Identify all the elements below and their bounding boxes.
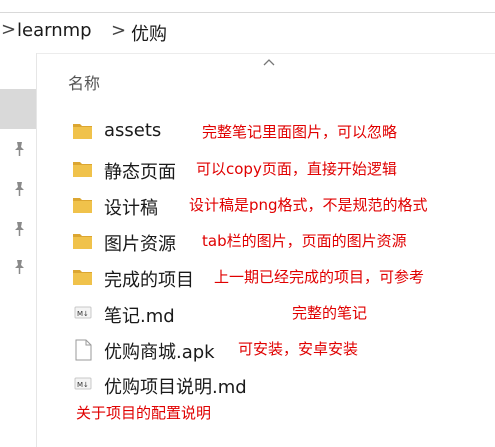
file-icon <box>75 339 92 361</box>
folder-icon <box>73 234 92 249</box>
annotation-note: 上一期已经完成的项目，可参考 <box>214 268 425 286</box>
markdown-file-icon: M↓ <box>74 306 92 319</box>
annotation-note: 设计稿是png格式，不是规范的格式 <box>189 196 428 214</box>
file-name: 优购商城.apk <box>104 342 215 363</box>
breadcrumb-item-current[interactable]: 优购 <box>131 20 167 46</box>
list-item-image-resources[interactable]: 图片资源 <box>72 227 192 257</box>
column-header-name[interactable]: 名称 <box>68 70 100 94</box>
file-name: assets <box>104 120 162 141</box>
svg-text:M↓: M↓ <box>77 310 89 318</box>
file-name: 静态页面 <box>104 162 176 183</box>
breadcrumb-separator[interactable]: > <box>1 19 16 40</box>
file-name: 优购项目说明.md <box>104 377 247 398</box>
folder-icon <box>73 124 92 139</box>
file-name: 设计稿 <box>104 198 158 219</box>
list-item-project-readme[interactable]: M↓ 优购项目说明.md <box>72 370 267 400</box>
file-name: 笔记.md <box>104 306 175 327</box>
file-name: 完成的项目 <box>104 270 194 291</box>
pin-icon[interactable] <box>12 141 26 157</box>
list-item-static-pages[interactable]: 静态页面 <box>72 155 192 185</box>
folder-icon <box>73 198 92 213</box>
svg-text:M↓: M↓ <box>77 381 89 389</box>
annotation-note: tab栏的图片，页面的图片资源 <box>202 232 407 250</box>
folder-icon <box>73 270 92 285</box>
list-item-design-drafts[interactable]: 设计稿 <box>72 191 182 221</box>
annotation-note: 可以copy页面，直接开始逻辑 <box>196 160 397 178</box>
nav-selected-item[interactable] <box>0 89 36 129</box>
list-item-notes-md[interactable]: M↓ 笔记.md <box>72 299 187 329</box>
markdown-file-icon: M↓ <box>74 377 92 390</box>
address-bar[interactable]: > learnmp > 优购 <box>0 12 495 54</box>
annotation-note: 完整笔记里面图片，可以忽略 <box>202 123 398 141</box>
file-name: 图片资源 <box>104 234 176 255</box>
annotation-note: 完整的笔记 <box>292 304 368 322</box>
annotation-note: 可安装，安卓安装 <box>238 340 359 358</box>
sort-ascending-icon[interactable] <box>262 57 276 67</box>
pin-icon[interactable] <box>12 259 26 275</box>
navigation-pane <box>0 53 37 447</box>
list-item-apk[interactable]: 优购商城.apk <box>72 335 227 365</box>
breadcrumb-item-learnmp[interactable]: learnmp <box>17 20 92 41</box>
list-item-completed-project[interactable]: 完成的项目 <box>72 263 207 293</box>
list-item-assets[interactable]: assets <box>72 117 192 147</box>
pin-icon[interactable] <box>12 221 26 237</box>
annotation-note: 关于项目的配置说明 <box>76 404 212 422</box>
pin-icon[interactable] <box>12 181 26 197</box>
breadcrumb-separator[interactable]: > <box>111 20 126 41</box>
title-bar-strip <box>0 0 495 12</box>
folder-icon <box>73 162 92 177</box>
